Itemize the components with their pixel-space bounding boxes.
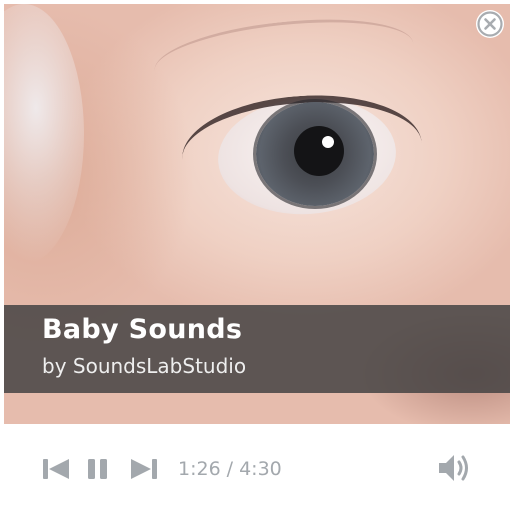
volume-icon <box>439 455 468 481</box>
total-duration: 4:30 <box>239 458 282 480</box>
track-title: Baby Sounds <box>42 314 243 345</box>
track-artist: by SoundsLabStudio <box>42 354 247 378</box>
player-controls: 1:26/4:30 <box>0 424 512 512</box>
artwork-eye-glint <box>322 136 334 148</box>
close-button[interactable] <box>476 10 504 38</box>
skip-next-icon <box>131 459 157 479</box>
skip-previous-icon <box>43 459 69 479</box>
close-circle-icon <box>477 11 503 37</box>
volume-button[interactable] <box>436 450 472 486</box>
audio-player-card: Baby Sounds by SoundsLabStudio 1:26 / 4:… <box>0 0 512 512</box>
pause-button[interactable] <box>86 458 110 480</box>
current-time: 1:26 <box>178 458 221 480</box>
previous-button[interactable] <box>42 458 70 480</box>
next-button[interactable] <box>130 458 158 480</box>
pause-icon <box>88 459 107 479</box>
track-info-overlay: Baby Sounds by SoundsLabStudio <box>4 305 510 393</box>
artwork-pupil <box>294 126 344 176</box>
time-display: 1:26/4:30 <box>178 457 282 481</box>
artwork-brow <box>151 8 417 106</box>
artwork-ear-highlight <box>4 4 84 264</box>
time-separator: / <box>226 458 234 480</box>
